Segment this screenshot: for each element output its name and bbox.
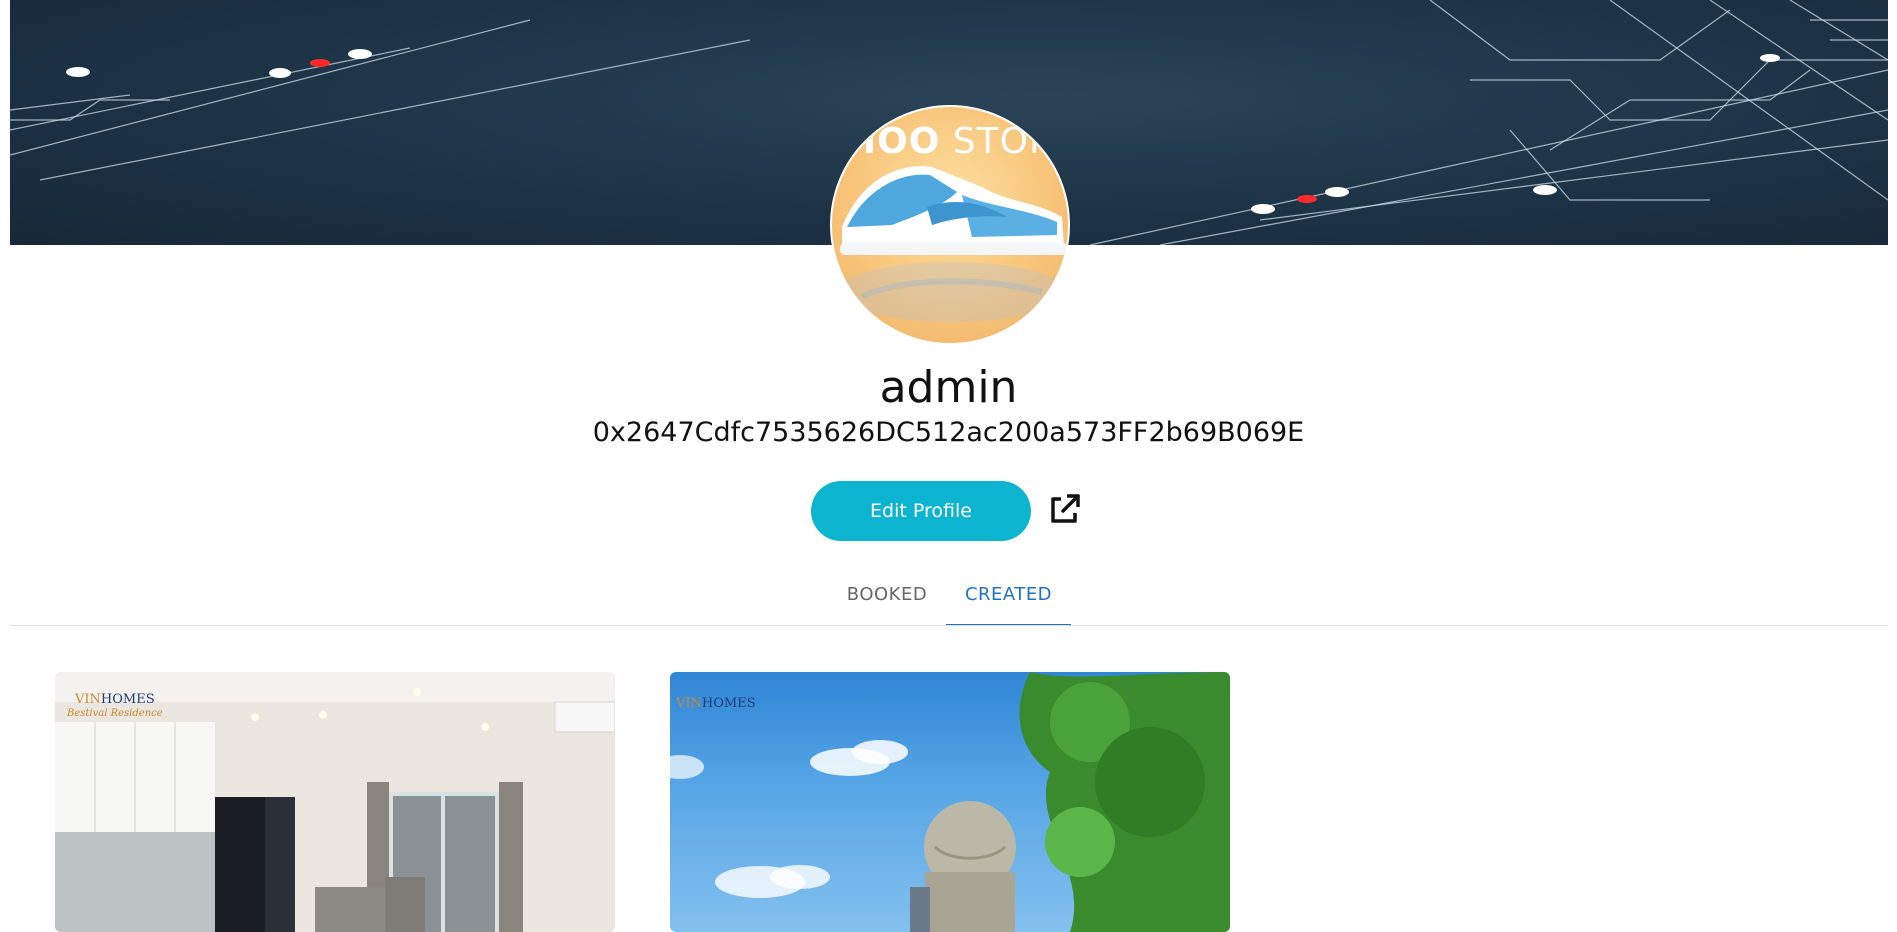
- globe-statue-image: [670, 672, 1230, 932]
- external-link-icon[interactable]: [1047, 491, 1083, 527]
- card-brand-logo: VINHOMES: [676, 696, 756, 711]
- profile-username: admin: [879, 362, 1018, 413]
- store-logo-text: HOO STORE: [846, 121, 1070, 162]
- tabs-divider: [10, 625, 1888, 626]
- wallet-address: 0x2647Cdfc7535626DC512ac200a573FF2b69B06…: [592, 417, 1305, 448]
- tab-created[interactable]: CREATED: [946, 570, 1071, 626]
- card-brand-subtitle: Bestival Residence: [67, 708, 163, 719]
- property-card[interactable]: VINHOMES: [670, 672, 1230, 932]
- edit-profile-button[interactable]: Edit Profile: [811, 481, 1031, 541]
- profile-avatar: HOO STORE: [830, 105, 1070, 345]
- property-card[interactable]: VINHOMES Bestival Residence: [55, 672, 615, 932]
- profile-tabs: BOOKED CREATED: [0, 570, 1897, 626]
- tab-booked[interactable]: BOOKED: [836, 570, 938, 626]
- card-brand-logo: VINHOMES: [75, 692, 155, 707]
